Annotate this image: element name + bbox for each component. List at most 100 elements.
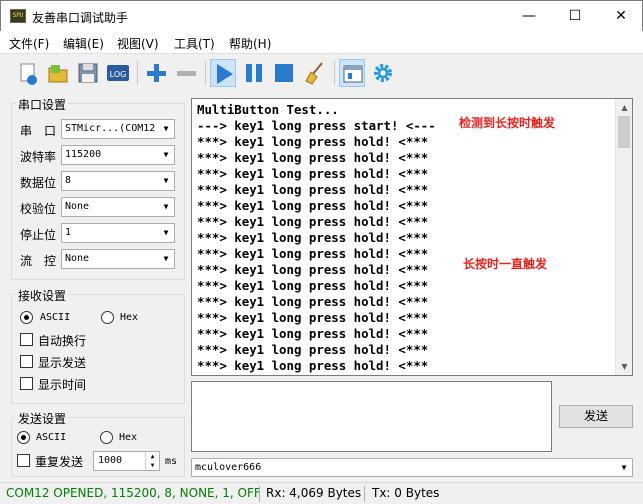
scroll-up-icon[interactable]: ▲: [616, 99, 632, 116]
minimize-button[interactable]: —: [506, 1, 552, 31]
baud-select[interactable]: 115200 ▼: [61, 145, 175, 165]
rx-line: ***> key1 long press hold! <***: [197, 198, 429, 213]
chevron-down-icon: ▼: [158, 146, 174, 164]
menu-view[interactable]: 视图(V): [117, 35, 159, 52]
send-history-value: mculover666: [195, 462, 262, 473]
parity-label: 校验位: [20, 202, 57, 216]
pause-icon[interactable]: [241, 59, 267, 87]
rx-line: ***> key1 long press hold! <***: [197, 294, 429, 309]
annotation-start: 检测到长按时触发: [459, 116, 556, 130]
tx-hex-radio[interactable]: [100, 431, 113, 444]
rx-line: ***> key1 long press hold! <***: [197, 230, 429, 245]
show-send-checkbox[interactable]: [20, 355, 33, 368]
rx-line: ***> key1 long press hold! <***: [197, 262, 429, 277]
send-settings-title: 发送设置: [16, 410, 69, 427]
chevron-down-icon: ▼: [158, 224, 174, 242]
flow-label: 流 控: [20, 254, 57, 268]
tx-hex-label: Hex: [119, 432, 138, 443]
receive-settings-title: 接收设置: [16, 287, 69, 304]
rx-line: ***> key1 long press hold! <***: [197, 358, 429, 373]
menu-tools[interactable]: 工具(T): [174, 35, 215, 52]
rx-line: ***> key1 long press hold! <***: [197, 246, 429, 261]
add-icon[interactable]: [143, 59, 169, 87]
port-select[interactable]: STMicr...(COM12 ▼: [61, 119, 175, 139]
stopbits-select[interactable]: 1 ▼: [61, 223, 175, 243]
rx-ascii-radio[interactable]: [20, 311, 33, 324]
port-status: COM12 OPENED, 115200, 8, NONE, 1, OFF: [6, 486, 261, 500]
repeat-send-label: 重复发送: [35, 455, 84, 469]
baud-value: 115200: [65, 149, 102, 160]
scroll-down-icon[interactable]: ▼: [616, 358, 632, 375]
stop-icon[interactable]: [271, 59, 297, 87]
toolbar-divider: [334, 61, 335, 85]
flow-select[interactable]: None ▼: [61, 249, 175, 269]
chevron-down-icon: ▼: [158, 172, 174, 190]
layout-icon[interactable]: [339, 59, 365, 87]
chevron-down-icon: ▼: [158, 250, 174, 268]
rx-count: Rx: 4,069 Bytes: [266, 486, 362, 500]
port-value: STMicr...(COM12: [65, 123, 156, 134]
rx-scrollbar[interactable]: ▲ ▼: [615, 99, 632, 375]
rx-line: ***> key1 long press hold! <***: [197, 214, 429, 229]
open-file-icon[interactable]: [45, 59, 71, 87]
receive-text-area[interactable]: MultiButton Test... ---> key1 long press …: [191, 98, 633, 376]
send-button[interactable]: 发送: [559, 405, 633, 428]
port-label: 串 口: [20, 124, 57, 138]
clear-broom-icon[interactable]: [302, 59, 328, 87]
status-divider: [364, 486, 365, 502]
interval-unit: ms: [165, 456, 178, 467]
menu-bar: 文件(F) 编辑(E) 视图(V) 工具(T) 帮助(H): [0, 31, 643, 53]
close-button[interactable]: ✕: [598, 1, 643, 31]
rx-line: ***> key1 long press hold! <***: [197, 150, 429, 165]
stopbits-label: 停止位: [20, 228, 57, 242]
remove-icon[interactable]: [173, 59, 199, 87]
status-bar: COM12 OPENED, 115200, 8, NONE, 1, OFF Rx…: [0, 482, 643, 504]
baud-label: 波特率: [20, 150, 57, 164]
rx-line: ***> key1 long press hold! <***: [197, 342, 429, 357]
databits-value: 8: [65, 175, 72, 186]
toolbar-divider: [205, 61, 206, 85]
new-file-icon[interactable]: [15, 59, 41, 87]
show-send-label: 显示发送: [38, 356, 87, 370]
annotation-hold: 长按时一直触发: [463, 257, 548, 271]
maximize-button[interactable]: ☐: [552, 1, 598, 31]
menu-file[interactable]: 文件(F): [9, 35, 49, 52]
rx-line: ***> key1 long press hold! <***: [197, 278, 429, 293]
start-icon[interactable]: [210, 59, 236, 87]
log-label: LOG: [110, 70, 127, 79]
stopbits-value: 1: [65, 227, 72, 238]
toolbar-divider: [137, 61, 138, 85]
spinner-arrows-icon[interactable]: ▲ ▼: [145, 452, 159, 470]
rx-line: ***> key1 long press hold! <***: [197, 134, 429, 149]
app-icon: SPU: [10, 9, 26, 23]
flow-value: None: [65, 253, 90, 264]
serial-settings-title: 串口设置: [16, 96, 69, 113]
interval-input[interactable]: 1000 ▲ ▼: [93, 451, 160, 471]
menu-edit[interactable]: 编辑(E): [63, 35, 104, 52]
repeat-send-checkbox[interactable]: [17, 454, 30, 467]
chevron-down-icon: ▼: [158, 198, 174, 216]
databits-select[interactable]: 8 ▼: [61, 171, 175, 191]
rx-line: ---> key1 long press start! <---: [197, 118, 436, 133]
status-divider: [259, 486, 260, 502]
rx-line: ***> key1 long press hold! <***: [197, 166, 429, 181]
tx-ascii-label: ASCII: [36, 432, 67, 443]
rx-hex-label: Hex: [120, 312, 139, 323]
send-history-select[interactable]: mculover666 ▼: [191, 458, 633, 477]
settings-gear-icon[interactable]: [370, 59, 396, 87]
auto-wrap-checkbox[interactable]: [20, 333, 33, 346]
scroll-thumb[interactable]: [618, 116, 630, 148]
rx-line: MultiButton Test...: [197, 102, 339, 117]
parity-select[interactable]: None ▼: [61, 197, 175, 217]
save-icon[interactable]: [75, 59, 101, 87]
show-time-checkbox[interactable]: [20, 377, 33, 390]
auto-wrap-label: 自动换行: [38, 334, 87, 348]
rx-hex-radio[interactable]: [101, 311, 114, 324]
send-text-area[interactable]: [191, 381, 552, 452]
tx-ascii-radio[interactable]: [17, 431, 30, 444]
databits-label: 数据位: [20, 176, 57, 190]
log-icon[interactable]: LOG: [105, 59, 131, 87]
menu-help[interactable]: 帮助(H): [229, 35, 271, 52]
interval-value: 1000: [98, 455, 123, 466]
rx-ascii-label: ASCII: [40, 312, 71, 323]
